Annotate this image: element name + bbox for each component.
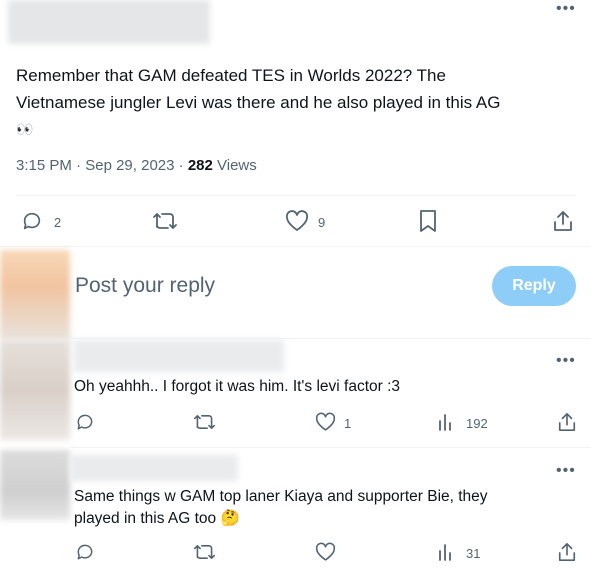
separator: · [178, 157, 184, 174]
divider [70, 338, 591, 339]
like-icon[interactable] [315, 542, 336, 562]
divider [16, 195, 576, 196]
divider [70, 447, 591, 448]
more-icon[interactable]: ••• [556, 462, 576, 480]
tweet-text-line-1: Remember that GAM defeated TES in Worlds… [16, 66, 446, 85]
tweet-time[interactable]: 3:15 PM [16, 157, 72, 174]
reply-icon[interactable] [21, 210, 43, 232]
like-icon[interactable] [285, 210, 309, 232]
reply-text: Same things w GAM top laner Kiaya and su… [74, 486, 488, 530]
like-count: 1 [344, 416, 352, 431]
reply-author-redacted [70, 455, 238, 481]
tweet-meta: 3:15 PM · Sep 29, 2023 · 282 Views [16, 157, 257, 174]
reply-icon[interactable] [75, 542, 95, 562]
views-icon[interactable] [437, 542, 455, 562]
views-icon[interactable] [437, 412, 455, 432]
bookmark-icon[interactable] [418, 209, 438, 233]
reply-icon[interactable] [75, 412, 95, 432]
views-count: 192 [466, 416, 488, 431]
share-icon[interactable] [557, 541, 577, 563]
reply-input[interactable]: Post your reply [75, 274, 215, 298]
divider [0, 246, 591, 247]
like-icon[interactable] [315, 412, 336, 432]
like-count: 9 [318, 215, 326, 230]
separator: · [76, 157, 82, 174]
avatar[interactable] [0, 250, 70, 340]
thinking-emoji: 🤔 [220, 510, 240, 527]
views-count: 282 [187, 157, 213, 174]
more-icon[interactable]: ••• [556, 352, 576, 370]
views-label: Views [217, 157, 257, 174]
retweet-icon[interactable] [193, 542, 216, 562]
author-header-redacted [8, 0, 210, 44]
retweet-icon[interactable] [152, 210, 178, 232]
avatar[interactable] [0, 340, 70, 440]
reply-button[interactable]: Reply [492, 266, 576, 306]
more-icon[interactable]: ••• [556, 0, 576, 18]
reply-text-line-1: Same things w GAM top laner Kiaya and su… [74, 488, 488, 505]
reply-text: Oh yeahhh.. I forgot it was him. It's le… [74, 378, 401, 395]
eyes-emoji: 👀 [16, 121, 34, 137]
avatar[interactable] [0, 450, 70, 520]
retweet-icon[interactable] [193, 412, 216, 432]
reply-text-line-2: played in this AG too 🤔 [74, 510, 240, 527]
views-count: 31 [466, 546, 481, 561]
reply-count: 2 [54, 215, 62, 230]
tweet-date[interactable]: Sep 29, 2023 [85, 157, 174, 174]
tweet-text-line-2: Vietnamese jungler Levi was there and he… [16, 93, 501, 112]
tweet-text: Remember that GAM defeated TES in Worlds… [16, 62, 586, 143]
reply-author-redacted [74, 340, 284, 372]
share-icon[interactable] [552, 209, 574, 233]
share-icon[interactable] [557, 411, 577, 433]
